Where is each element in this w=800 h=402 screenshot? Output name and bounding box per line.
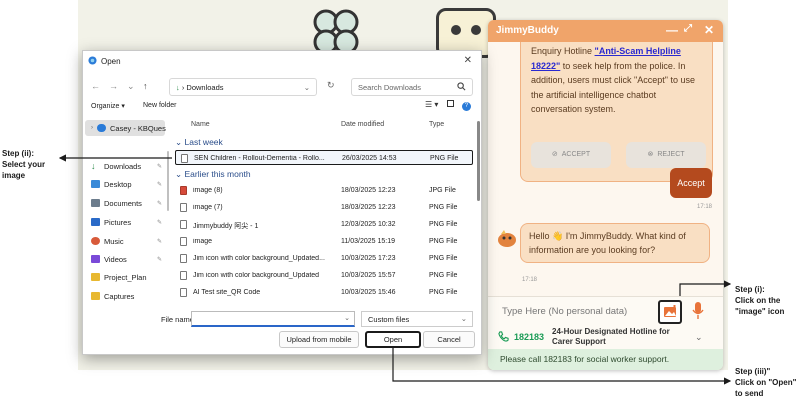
step-i-arrow [679, 280, 732, 296]
screenshot-stage: { "chat": { "title": "JimmyBuddy", "msg_… [0, 0, 800, 402]
step-iii-arrow [392, 348, 732, 385]
annotation-arrows [58, 154, 732, 385]
